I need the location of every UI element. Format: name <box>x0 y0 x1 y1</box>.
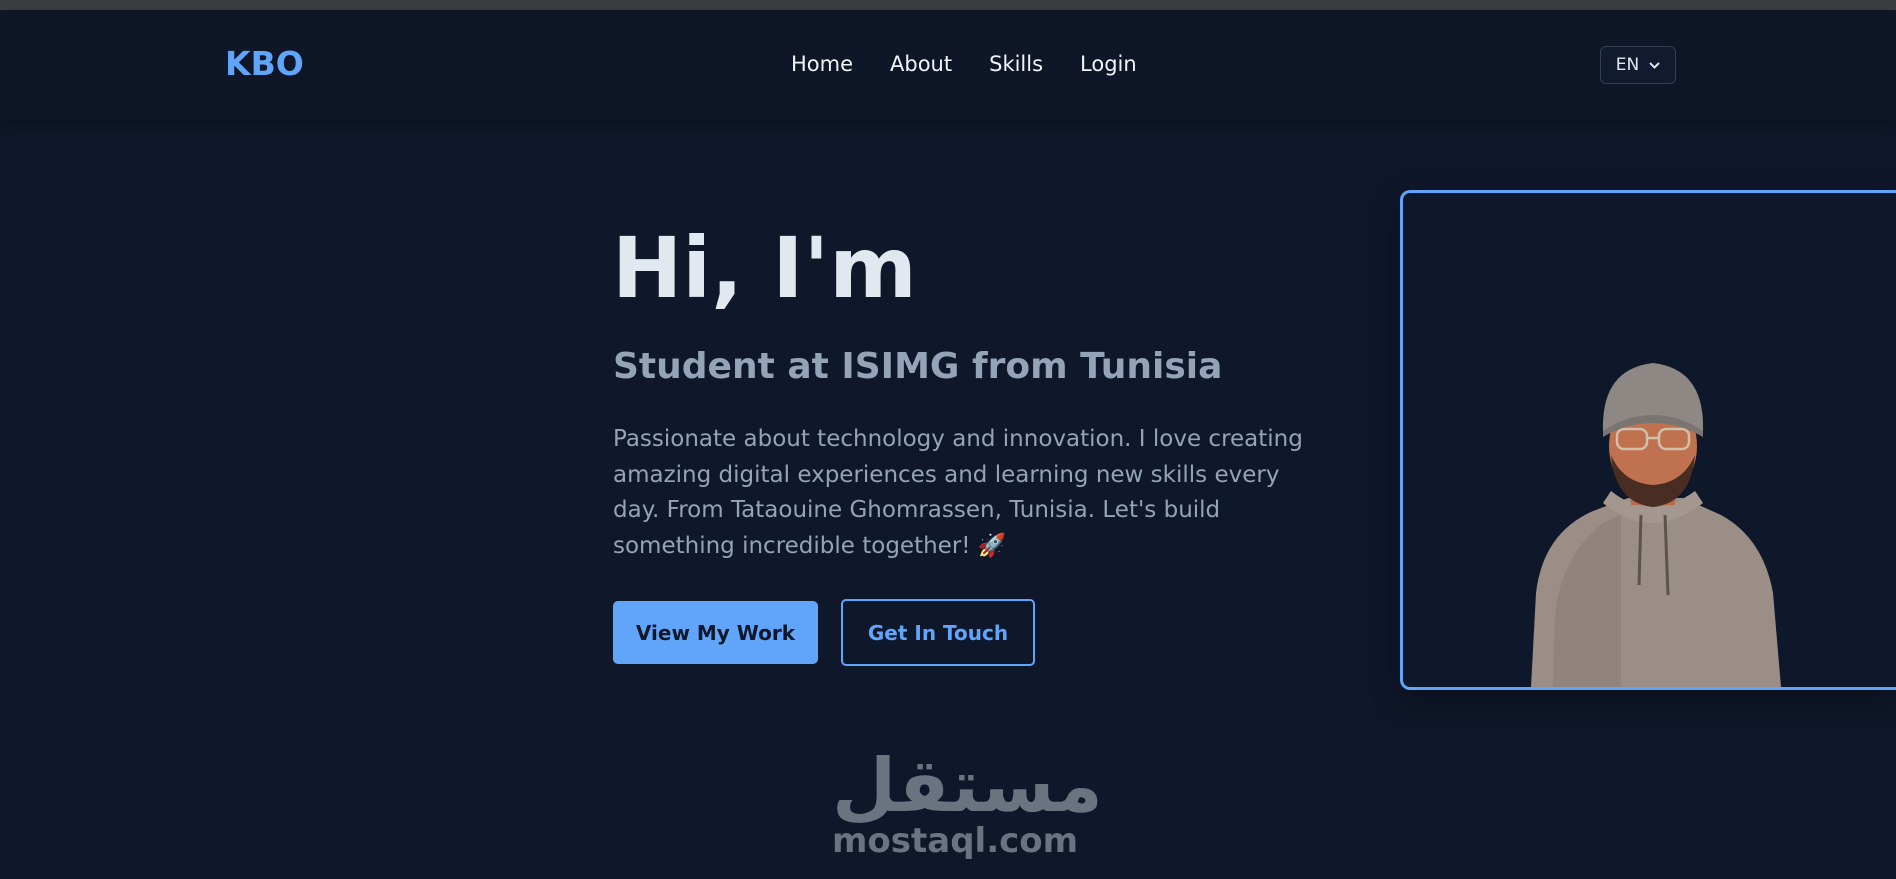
nav-item-home[interactable]: Home <box>791 52 853 76</box>
hero-description: Passionate about technology and innovati… <box>613 426 1303 559</box>
nav-item-skills[interactable]: Skills <box>989 52 1043 76</box>
language-select-value: EN <box>1615 55 1640 75</box>
watermark-arabic: مستقل <box>832 743 1103 829</box>
navbar: KBO Home About Skills Login EN <box>0 10 1896 120</box>
language-select[interactable]: EN <box>1600 46 1676 84</box>
watermark: مستقل mostaql.com <box>832 743 1103 868</box>
main-nav: Home About Skills Login <box>791 52 1174 76</box>
get-in-touch-button[interactable]: Get In Touch <box>841 599 1035 666</box>
nav-item-login[interactable]: Login <box>1080 52 1137 76</box>
site-logo[interactable]: KBO <box>225 44 304 83</box>
profile-photo-frame <box>1400 190 1896 690</box>
nav-item-about[interactable]: About <box>890 52 952 76</box>
profile-photo <box>1531 363 1781 687</box>
hero-greeting: Hi, I'm <box>612 219 917 317</box>
watermark-latin: mostaql.com <box>832 821 1079 861</box>
hero-subtitle: Student at ISIMG from Tunisia <box>613 346 1223 387</box>
chevron-down-icon <box>1649 58 1660 72</box>
view-my-work-button[interactable]: View My Work <box>613 601 818 664</box>
browser-top-strip <box>0 0 1896 10</box>
